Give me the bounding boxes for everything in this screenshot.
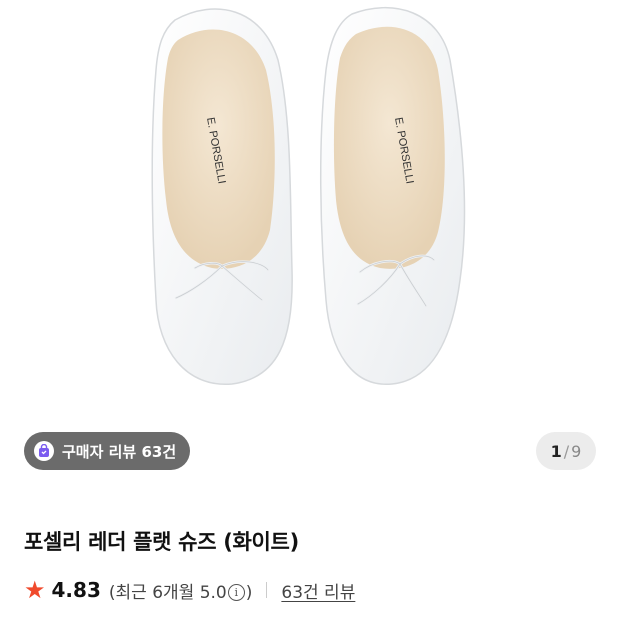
pager-current: 1 xyxy=(550,441,562,461)
review-chip-label: 구매자 리뷰 63건 xyxy=(62,442,177,461)
shoes-illustration: E. PORSELLI E. PORSELLI xyxy=(151,6,466,385)
recent-rating-prefix: (최근 6개월 5.0 xyxy=(108,582,227,603)
pager-total: 9 xyxy=(571,441,582,461)
recent-rating: (최근 6개월 5.0 i) xyxy=(109,578,253,603)
right-shoe: E. PORSELLI xyxy=(319,6,466,385)
rating-score: 4.83 xyxy=(51,578,101,602)
image-pager: 1 / 9 xyxy=(536,432,596,470)
shopping-bag-icon xyxy=(34,441,54,461)
product-image[interactable]: E. PORSELLI E. PORSELLI xyxy=(0,0,620,430)
rating-row: ★ 4.83 (최근 6개월 5.0 i) 63건 리뷰 xyxy=(24,574,355,606)
purchase-review-chip[interactable]: 구매자 리뷰 63건 xyxy=(24,432,191,470)
review-count-link[interactable]: 63건 리뷰 xyxy=(281,578,355,603)
pager-separator: / xyxy=(563,441,570,461)
recent-rating-suffix: ) xyxy=(245,582,253,603)
divider xyxy=(266,582,268,598)
info-icon[interactable]: i xyxy=(227,584,245,601)
product-title: 포셀리 레더 플랫 슈즈 (화이트) xyxy=(24,530,299,554)
star-icon: ★ xyxy=(24,576,46,604)
left-shoe: E. PORSELLI xyxy=(151,8,293,385)
